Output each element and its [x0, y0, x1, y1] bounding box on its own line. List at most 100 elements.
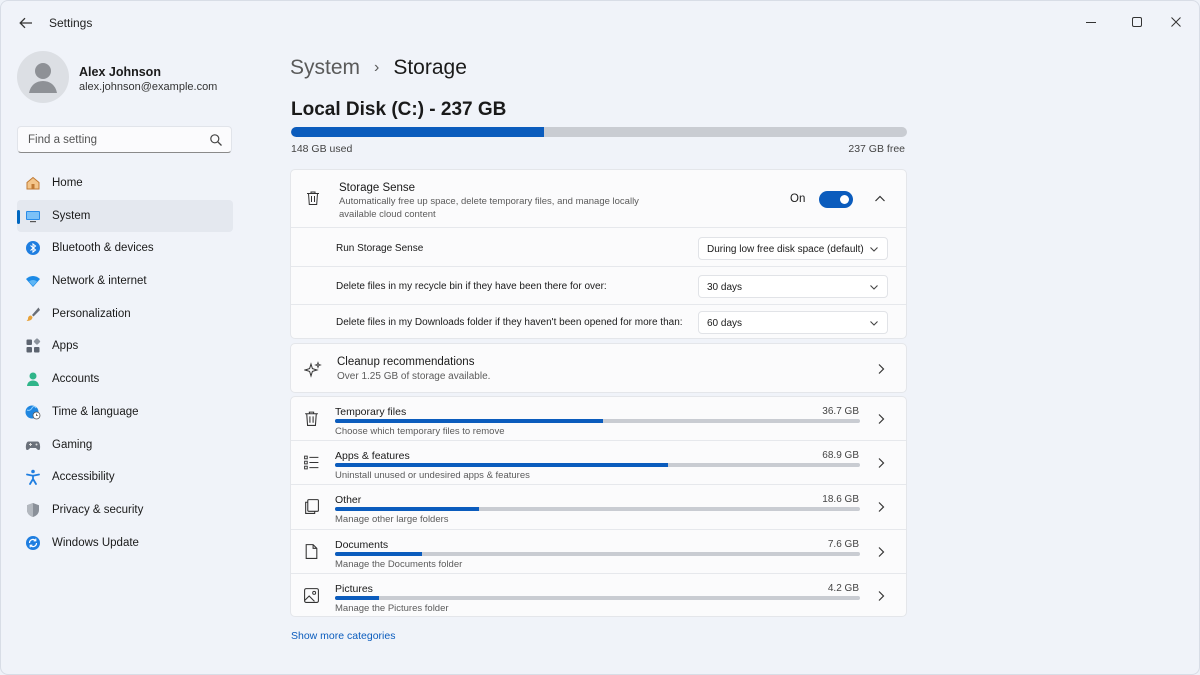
sidebar-item-home[interactable]: Home — [17, 167, 233, 200]
copy-icon — [305, 499, 319, 515]
category-size: 4.2 GB — [827, 582, 859, 594]
sidebar-item-accounts[interactable]: Accounts — [17, 363, 233, 396]
sidebar-item-label: Accounts — [52, 373, 100, 386]
sidebar-item-system[interactable]: System — [17, 199, 233, 233]
downloads-folder-row: Delete files in my Downloads folder if t… — [291, 304, 906, 341]
trash-icon — [307, 191, 319, 205]
home-icon — [26, 176, 40, 190]
minimize-icon — [1086, 22, 1096, 23]
run-storage-sense-dropdown[interactable]: During low free disk space (default) — [698, 237, 888, 260]
sidebar-item-label: Bluetooth & devices — [52, 242, 154, 255]
storage-sense-description: Automatically free up space, delete temp… — [339, 196, 639, 220]
chevron-right-icon — [878, 458, 885, 469]
user-profile[interactable]: Alex Johnson alex.johnson@example.com — [17, 51, 247, 107]
profile-name: Alex Johnson — [79, 65, 161, 79]
category-row-pictures[interactable]: Pictures 4.2 GB Manage the Pictures fold… — [291, 574, 906, 618]
avatar — [17, 51, 69, 103]
sidebar-item-accessibility[interactable]: Accessibility — [17, 461, 233, 494]
chevron-down-icon — [870, 285, 878, 290]
toggle-state-label: On — [790, 193, 806, 205]
category-size: 18.6 GB — [822, 494, 859, 506]
storage-sense-title: Storage Sense — [339, 182, 416, 194]
category-row-temporary-files[interactable]: Temporary files 36.7 GB Choose which tem… — [291, 397, 906, 442]
disk-usage-bar — [291, 127, 907, 137]
close-button[interactable] — [1153, 7, 1199, 37]
category-title: Apps & features — [335, 450, 410, 463]
sidebar-item-label: Personalization — [52, 307, 131, 320]
bluetooth-icon — [26, 241, 40, 256]
category-size: 7.6 GB — [827, 538, 859, 550]
category-description: Manage other large folders — [335, 514, 449, 526]
show-more-categories-link[interactable]: Show more categories — [291, 630, 395, 642]
disk-title: Local Disk (C:) - 237 GB — [291, 99, 507, 120]
chevron-up-icon[interactable] — [873, 193, 887, 205]
sidebar-item-label: Privacy & security — [52, 503, 144, 516]
storage-sense-header[interactable]: Storage Sense Automatically free up spac… — [291, 170, 906, 228]
category-usage-bar — [335, 595, 860, 600]
shield-icon — [27, 502, 39, 517]
category-row-documents[interactable]: Documents 7.6 GB Manage the Documents fo… — [291, 530, 906, 574]
close-icon — [1171, 17, 1181, 27]
sidebar-item-label: Accessibility — [52, 471, 115, 484]
sidebar-item-label: Time & language — [52, 405, 139, 418]
sidebar-item-apps[interactable]: Apps — [17, 330, 233, 363]
search-placeholder: Find a setting — [28, 134, 98, 146]
cleanup-title: Cleanup recommendations — [337, 356, 475, 368]
sidebar-item-privacy-security[interactable]: Privacy & security — [17, 494, 233, 527]
chevron-right-icon — [878, 546, 885, 557]
chevron-down-icon — [870, 247, 878, 252]
sidebar-item-label: Windows Update — [52, 536, 139, 549]
storage-categories-list: Temporary files 36.7 GB Choose which tem… — [290, 396, 907, 617]
sidebar-item-label: System — [52, 209, 91, 222]
chevron-right-icon — [878, 502, 885, 513]
sidebar-item-label: Network & internet — [52, 275, 147, 288]
apps-icon — [26, 338, 41, 353]
sidebar-item-personalization[interactable]: Personalization — [17, 298, 233, 331]
category-usage-fill — [335, 463, 669, 468]
chevron-right-icon — [878, 364, 885, 374]
category-description: Manage the Pictures folder — [335, 602, 449, 614]
sidebar-nav: Home System Bluetooth & devices Network … — [17, 167, 233, 559]
recycle-bin-dropdown[interactable]: 30 days — [698, 275, 888, 298]
trash-icon — [305, 411, 318, 426]
accounts-icon — [27, 372, 39, 387]
minimize-button[interactable] — [1068, 7, 1114, 37]
category-row-other[interactable]: Other 18.6 GB Manage other large folders — [291, 485, 906, 530]
document-icon — [305, 543, 318, 559]
search-icon — [210, 134, 222, 146]
network-icon — [26, 276, 40, 288]
cleanup-recommendations-card[interactable]: Cleanup recommendations Over 1.25 GB of … — [290, 343, 907, 393]
sidebar-item-label: Home — [52, 177, 83, 189]
sidebar-item-windows-update[interactable]: Windows Update — [17, 527, 233, 560]
category-description: Manage the Documents folder — [335, 558, 463, 570]
sidebar-item-bluetooth[interactable]: Bluetooth & devices — [17, 232, 233, 265]
system-icon — [26, 210, 40, 222]
sidebar-item-time-language[interactable]: Time & language — [17, 396, 233, 429]
dropdown-value: 30 days — [707, 282, 743, 293]
category-usage-bar — [335, 463, 860, 468]
category-usage-bar — [335, 419, 860, 423]
update-icon — [26, 535, 40, 550]
chevron-down-icon — [870, 321, 878, 326]
dropdown-value: During low free disk space (default) — [707, 244, 864, 255]
gamepad-icon — [25, 441, 41, 450]
sparkle-icon — [304, 361, 322, 378]
chevron-right-icon — [878, 590, 885, 601]
dropdown-value: 60 days — [707, 318, 743, 329]
category-title: Documents — [335, 538, 389, 551]
downloads-folder-dropdown[interactable]: 60 days — [698, 311, 888, 334]
breadcrumb-parent[interactable]: System — [290, 56, 360, 79]
settings-window: Settings Alex Johnson alex.johnson@examp… — [0, 0, 1200, 675]
sidebar-item-network[interactable]: Network & internet — [17, 265, 233, 298]
globe-clock-icon — [25, 405, 41, 420]
category-usage-fill — [335, 595, 379, 600]
storage-sense-toggle[interactable] — [819, 191, 853, 208]
back-button[interactable] — [13, 11, 39, 35]
sidebar-item-gaming[interactable]: Gaming — [17, 429, 233, 462]
toggle-knob — [840, 195, 849, 204]
search-input[interactable]: Find a setting — [17, 126, 232, 153]
category-row-apps-features[interactable]: Apps & features 68.9 GB Uninstall unused… — [291, 441, 906, 486]
category-usage-fill — [335, 551, 422, 556]
list-icon — [304, 455, 319, 470]
disk-used-label: 148 GB used — [291, 143, 353, 155]
